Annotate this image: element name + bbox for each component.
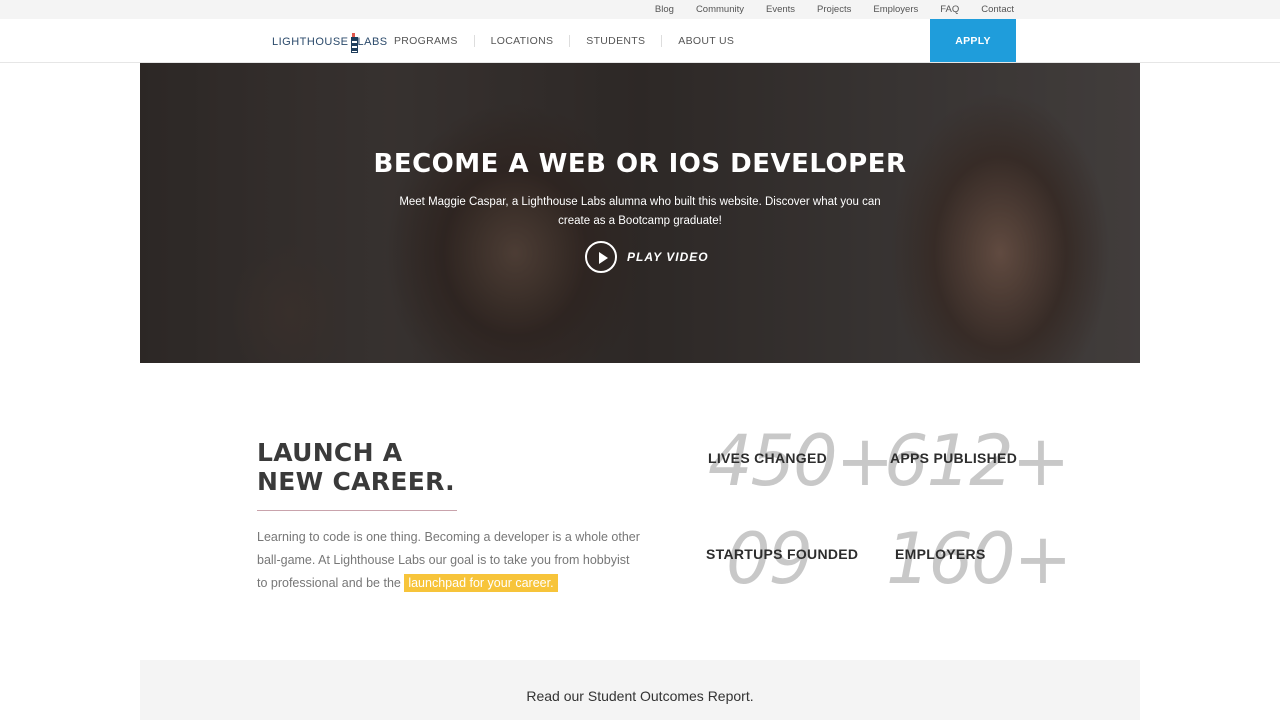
util-link-community[interactable]: Community <box>696 4 744 15</box>
util-link-events[interactable]: Events <box>766 4 795 15</box>
career-heading-line1: LAUNCH A <box>257 438 403 467</box>
util-link-blog[interactable]: Blog <box>655 4 674 15</box>
hero-title: BECOME A WEB OR IOS DEVELOPER <box>373 149 907 179</box>
stat-label: APPS PUBLISHED <box>890 450 1018 466</box>
logo-text-left: LIGHTHOUSE <box>272 36 349 48</box>
util-link-contact[interactable]: Contact <box>981 4 1014 15</box>
primary-nav: PROGRAMS LOCATIONS STUDENTS ABOUT US <box>378 19 750 63</box>
career-heading-line2: NEW CAREER. <box>257 467 455 496</box>
career-divider <box>257 510 457 511</box>
util-link-projects[interactable]: Projects <box>817 4 851 15</box>
utility-links: Blog Community Events Projects Employers… <box>633 0 1014 19</box>
util-link-faq[interactable]: FAQ <box>940 4 959 15</box>
hero-subtitle: Meet Maggie Caspar, a Lighthouse Labs al… <box>399 196 881 227</box>
outcomes-link[interactable]: Read our Student Outcomes Report. <box>140 688 1140 704</box>
nav-item-programs[interactable]: PROGRAMS <box>378 35 475 47</box>
lighthouse-icon <box>350 33 358 53</box>
nav-item-students[interactable]: STUDENTS <box>570 35 663 47</box>
play-icon[interactable] <box>585 241 617 273</box>
outcomes-banner: Read our Student Outcomes Report. <box>140 660 1140 720</box>
nav-item-locations[interactable]: LOCATIONS <box>475 35 571 47</box>
utility-bar: Blog Community Events Projects Employers… <box>0 0 1280 19</box>
main-nav: LIGHTHOUSE LABS PROGRAMS LOCATIONS STUDE… <box>0 19 1280 63</box>
career-heading: LAUNCH A NEW CAREER. <box>257 438 517 496</box>
career-body: Learning to code is one thing. Becoming … <box>257 526 642 595</box>
util-link-employers[interactable]: Employers <box>873 4 918 15</box>
logo[interactable]: LIGHTHOUSE LABS <box>272 31 388 53</box>
nav-item-about-us[interactable]: ABOUT US <box>662 35 750 47</box>
stat-label: LIVES CHANGED <box>708 450 828 466</box>
career-highlight: launchpad for your career. <box>404 574 558 592</box>
play-video-control[interactable]: PLAY VIDEO <box>585 241 709 273</box>
play-video-label[interactable]: PLAY VIDEO <box>627 250 709 264</box>
stat-label: STARTUPS FOUNDED <box>706 546 859 562</box>
apply-button[interactable]: APPLY <box>930 19 1016 62</box>
stat-label: EMPLOYERS <box>895 546 986 562</box>
hero-banner: BECOME A WEB OR IOS DEVELOPER Meet Maggi… <box>140 63 1140 363</box>
